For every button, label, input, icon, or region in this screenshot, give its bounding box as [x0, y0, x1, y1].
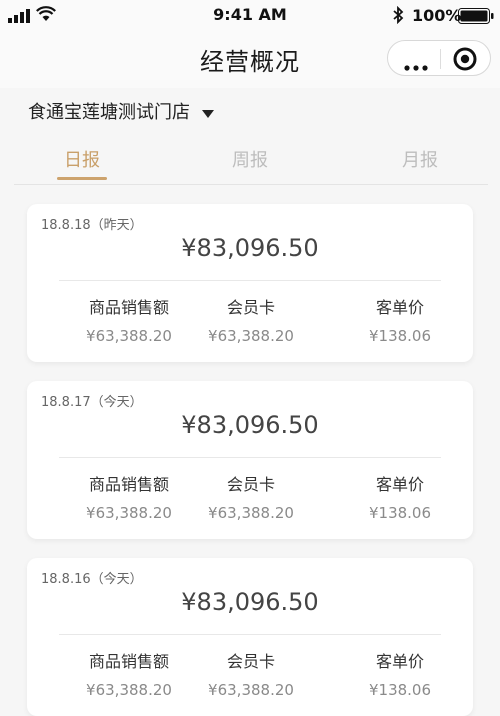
tab-monthly[interactable]: 月报	[380, 146, 460, 172]
close-mini-program-icon[interactable]	[452, 46, 478, 76]
report-tabs: 日报 周报 月报	[14, 140, 488, 185]
status-bar: 9:41 AM 100%	[0, 0, 500, 32]
metric-value: ¥138.06	[368, 504, 432, 522]
bluetooth-icon	[392, 5, 404, 28]
metric-label: 会员卡	[226, 298, 275, 317]
metric-value: ¥63,388.20	[208, 504, 294, 522]
metric-value: ¥63,388.20	[208, 681, 294, 699]
metric-label: 客单价	[375, 652, 424, 671]
metric-member-card: 会员卡 ¥63,388.20	[176, 471, 326, 522]
metric-label: 客单价	[375, 298, 424, 317]
metric-label: 客单价	[375, 475, 424, 494]
tab-weekly[interactable]: 周报	[210, 146, 290, 172]
more-icon[interactable]	[404, 56, 428, 75]
store-selector[interactable]: 食通宝莲塘测试门店	[28, 98, 214, 124]
card-date: 18.8.18（昨天）	[41, 218, 143, 233]
nav-bar: 经营概况	[0, 32, 500, 88]
metric-member-card: 会员卡 ¥63,388.20	[176, 648, 326, 699]
card-total: ¥83,096.50	[181, 411, 319, 439]
battery-icon	[458, 8, 494, 28]
daily-summary-card[interactable]: 18.8.16（今天） ¥83,096.50 商品销售额 ¥63,388.20 …	[27, 558, 473, 716]
card-date: 18.8.17（今天）	[41, 395, 143, 410]
mini-program-capsule	[387, 40, 491, 76]
tab-daily[interactable]: 日报	[42, 146, 122, 172]
capsule-divider	[440, 49, 441, 69]
card-divider	[59, 280, 441, 281]
card-date: 18.8.16（今天）	[41, 572, 143, 587]
metric-avg-order: 客单价 ¥138.06	[325, 294, 475, 345]
daily-summary-card[interactable]: 18.8.18（昨天） ¥83,096.50 商品销售额 ¥63,388.20 …	[27, 204, 473, 362]
card-divider	[59, 634, 441, 635]
metric-label: 会员卡	[226, 475, 275, 494]
metric-value: ¥138.06	[368, 327, 432, 345]
active-tab-indicator	[57, 177, 107, 180]
card-divider	[59, 457, 441, 458]
metric-avg-order: 客单价 ¥138.06	[325, 471, 475, 522]
metric-avg-order: 客单价 ¥138.06	[325, 648, 475, 699]
metric-value: ¥138.06	[368, 681, 432, 699]
store-name: 食通宝莲塘测试门店	[28, 102, 190, 123]
metric-label: 会员卡	[226, 652, 275, 671]
daily-summary-card[interactable]: 18.8.17（今天） ¥83,096.50 商品销售额 ¥63,388.20 …	[27, 381, 473, 539]
card-total: ¥83,096.50	[181, 588, 319, 616]
metric-value: ¥63,388.20	[208, 327, 294, 345]
caret-down-icon	[202, 102, 214, 123]
card-total: ¥83,096.50	[181, 234, 319, 262]
metric-member-card: 会员卡 ¥63,388.20	[176, 294, 326, 345]
battery-percent: 100%	[412, 6, 462, 25]
